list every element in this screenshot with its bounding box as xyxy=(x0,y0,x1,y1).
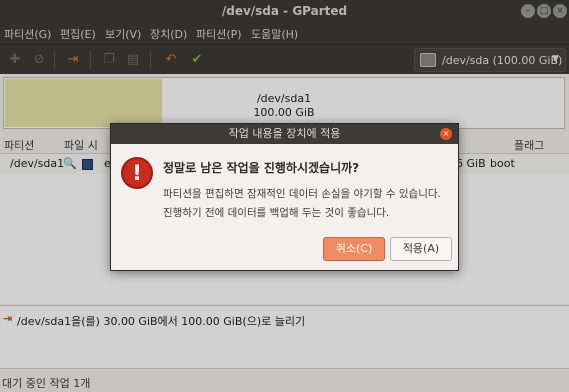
warning-icon: ! xyxy=(121,157,153,189)
dialog-title: 작업 내용을 장치에 적용 xyxy=(111,124,458,144)
apply-confirmation-dialog: 작업 내용을 장치에 적용 × ! 정말로 남은 작업을 진행하시겠습니까? 파… xyxy=(110,123,459,271)
dialog-body-line2: 진행하기 전에 데이터를 백업해 두는 것이 좋습니다. xyxy=(163,207,390,219)
dialog-heading: 정말로 남은 작업을 진행하시겠습니까? xyxy=(163,161,360,175)
apply-button[interactable]: 적용(A) xyxy=(390,237,452,261)
gparted-window: /dev/sda - GParted – □ × 파티션(G) 편집(E) 보기… xyxy=(0,0,569,392)
dialog-body-line1: 파티션을 편집하면 잠재적인 데이터 손실을 야기할 수 있습니다. xyxy=(163,188,441,200)
cancel-button[interactable]: 취소(C) xyxy=(323,237,385,261)
close-icon[interactable]: × xyxy=(440,128,452,140)
